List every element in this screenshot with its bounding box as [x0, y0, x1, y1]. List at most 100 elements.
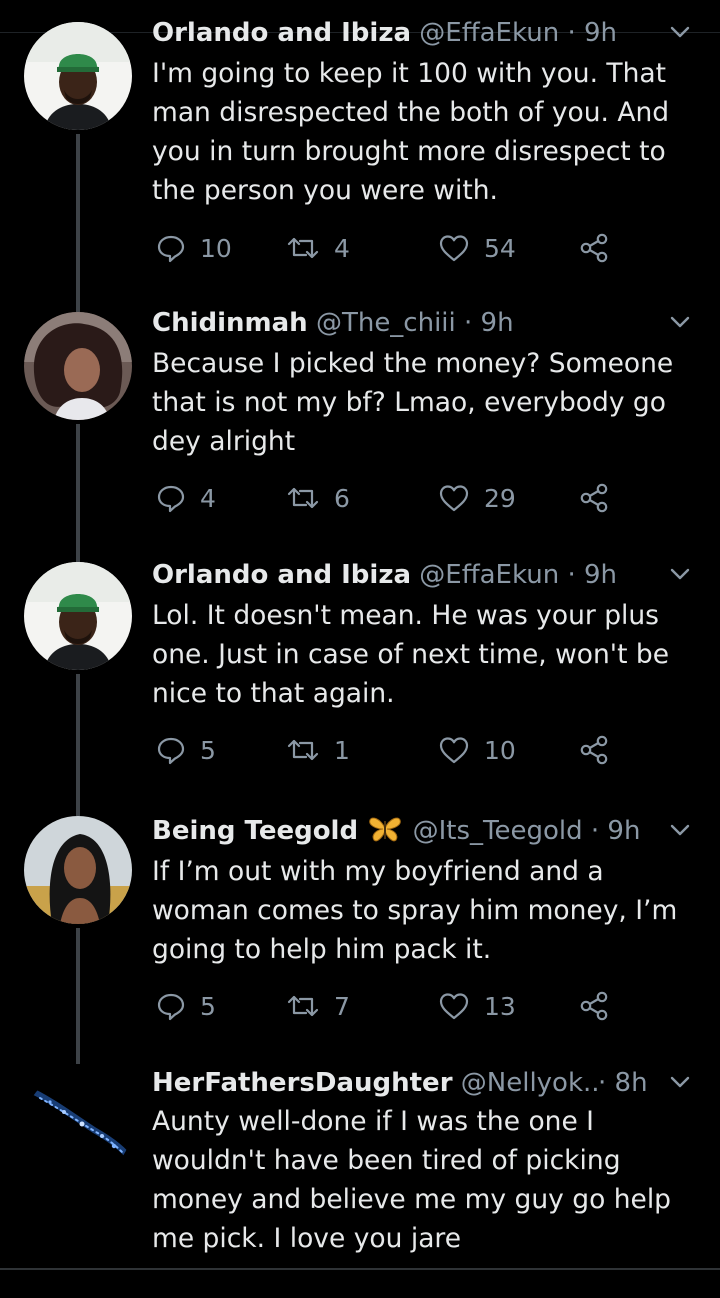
heart-icon: [439, 235, 469, 262]
reply-count: 5: [200, 735, 216, 765]
tweet-5[interactable]: HerFathersDaughter @Nellyok... · 8h Aunt…: [0, 1064, 720, 1268]
tweet-time: · 9h: [464, 308, 514, 338]
share-button[interactable]: [578, 730, 624, 770]
butterfly-emoji-icon: [368, 815, 402, 848]
tweet-actions: 4 6 29: [152, 478, 632, 518]
chevron-down-icon[interactable]: [666, 1068, 694, 1096]
author-name[interactable]: Orlando and Ibiza: [152, 18, 411, 48]
chevron-down-icon[interactable]: [666, 560, 694, 588]
like-count: 13: [484, 991, 516, 1021]
retweet-count: 1: [334, 735, 350, 765]
tweet-text: Aunty well-done if I was the one I would…: [152, 1106, 672, 1254]
retweet-icon: [287, 487, 319, 509]
reply-button[interactable]: 5: [156, 986, 216, 1026]
avatar[interactable]: [24, 312, 132, 420]
reply-count: 5: [200, 991, 216, 1021]
like-count: 29: [484, 483, 516, 513]
chevron-down-icon[interactable]: [666, 308, 694, 336]
avatar-woman-icon: [24, 312, 132, 420]
tweet-2[interactable]: Chidinmah @The_chiii · 9h Because I pick…: [0, 300, 720, 552]
share-icon: [580, 233, 608, 263]
share-icon: [580, 483, 608, 513]
avatar[interactable]: [24, 22, 132, 130]
avatar-man-green-cap-icon: [24, 22, 132, 130]
share-icon: [580, 735, 608, 765]
retweet-button[interactable]: 6: [286, 478, 350, 518]
butterfly-icon: [369, 817, 402, 842]
retweet-count: 4: [334, 233, 350, 263]
thread-line: [76, 552, 80, 562]
avatar-blue-sparkle-icon: [24, 1072, 132, 1180]
author-handle[interactable]: @EffaEkun: [419, 560, 559, 590]
avatar[interactable]: [24, 562, 132, 670]
reply-icon: [157, 737, 185, 765]
like-button[interactable]: 10: [438, 730, 516, 770]
heart-icon: [439, 993, 469, 1020]
avatar[interactable]: [24, 816, 132, 924]
reply-icon: [157, 235, 185, 263]
retweet-count: 7: [334, 991, 350, 1021]
author-name[interactable]: Being Teegold: [152, 816, 358, 846]
author-name[interactable]: Orlando and Ibiza: [152, 560, 411, 590]
retweet-button[interactable]: 1: [286, 730, 350, 770]
tweet-1[interactable]: Orlando and Ibiza @EffaEkun · 9h I'm goi…: [0, 0, 720, 300]
like-button[interactable]: 13: [438, 986, 516, 1026]
bottom-divider: [0, 1268, 720, 1270]
tweet-text: Because I picked the money? Someone that…: [152, 348, 674, 457]
tweet-time: · 8h: [598, 1068, 648, 1098]
share-button[interactable]: [578, 478, 624, 518]
author-name[interactable]: Chidinmah: [152, 308, 308, 338]
share-button[interactable]: [578, 228, 624, 268]
author-name[interactable]: HerFathersDaughter: [152, 1068, 453, 1098]
thread-line: [76, 134, 80, 300]
tweet-header: HerFathersDaughter @Nellyok...: [152, 1066, 600, 1100]
thread-line: [76, 424, 80, 552]
chevron-down-icon[interactable]: [666, 18, 694, 46]
reply-button[interactable]: 4: [156, 478, 216, 518]
thread-line: [76, 674, 80, 808]
tweet-time: · 9h: [590, 816, 641, 846]
tweet-text: I'm going to keep it 100 with you. That …: [152, 58, 670, 206]
like-button[interactable]: 29: [438, 478, 516, 518]
author-handle[interactable]: @The_chiii: [316, 308, 456, 338]
reply-button[interactable]: 5: [156, 730, 216, 770]
share-button[interactable]: [578, 986, 624, 1026]
thread-line: [76, 928, 80, 1064]
avatar-woman-long-hair-icon: [24, 816, 132, 924]
reply-icon: [157, 485, 185, 513]
author-handle[interactable]: @Its_Teegold: [413, 816, 583, 846]
like-button[interactable]: 54: [438, 228, 516, 268]
tweet-time: · 9h: [567, 18, 618, 48]
like-count: 54: [484, 233, 516, 263]
thread-line: [76, 300, 80, 312]
tweet-time-wrap: · 8h: [598, 1066, 670, 1100]
retweet-count: 6: [334, 483, 350, 513]
tweet-header: Orlando and Ibiza @EffaEkun · 9h: [152, 558, 670, 592]
retweet-button[interactable]: 7: [286, 986, 350, 1026]
chevron-down-icon[interactable]: [666, 816, 694, 844]
avatar-man-green-cap-icon: [24, 562, 132, 670]
like-count: 10: [484, 735, 516, 765]
reply-count: 4: [200, 483, 216, 513]
tweet-text: Lol. It doesn't mean. He was your plus o…: [152, 600, 670, 709]
retweet-icon: [287, 995, 319, 1017]
share-icon: [580, 991, 608, 1021]
retweet-icon: [287, 237, 319, 259]
tweet-4[interactable]: Being Teegold @Its_Teegold · 9h If I’m o…: [0, 808, 720, 1064]
heart-icon: [439, 737, 469, 764]
tweet-actions: 5 1 10: [152, 730, 632, 770]
author-handle[interactable]: @EffaEkun: [419, 18, 559, 48]
tweet-3[interactable]: Orlando and Ibiza @EffaEkun · 9h Lol. It…: [0, 552, 720, 808]
tweet-time: · 9h: [567, 560, 618, 590]
retweet-icon: [287, 739, 319, 761]
tweet-header: Orlando and Ibiza @EffaEkun · 9h: [152, 16, 670, 50]
reply-icon: [157, 993, 185, 1021]
avatar[interactable]: [24, 1072, 132, 1180]
tweet-header: Being Teegold @Its_Teegold · 9h: [152, 814, 670, 848]
author-handle[interactable]: @Nellyok...: [461, 1068, 600, 1098]
tweet-actions: 5 7 13: [152, 986, 632, 1026]
thread-line: [76, 808, 80, 816]
tweet-header: Chidinmah @The_chiii · 9h: [152, 306, 670, 340]
reply-button[interactable]: 10: [156, 228, 232, 268]
retweet-button[interactable]: 4: [286, 228, 350, 268]
